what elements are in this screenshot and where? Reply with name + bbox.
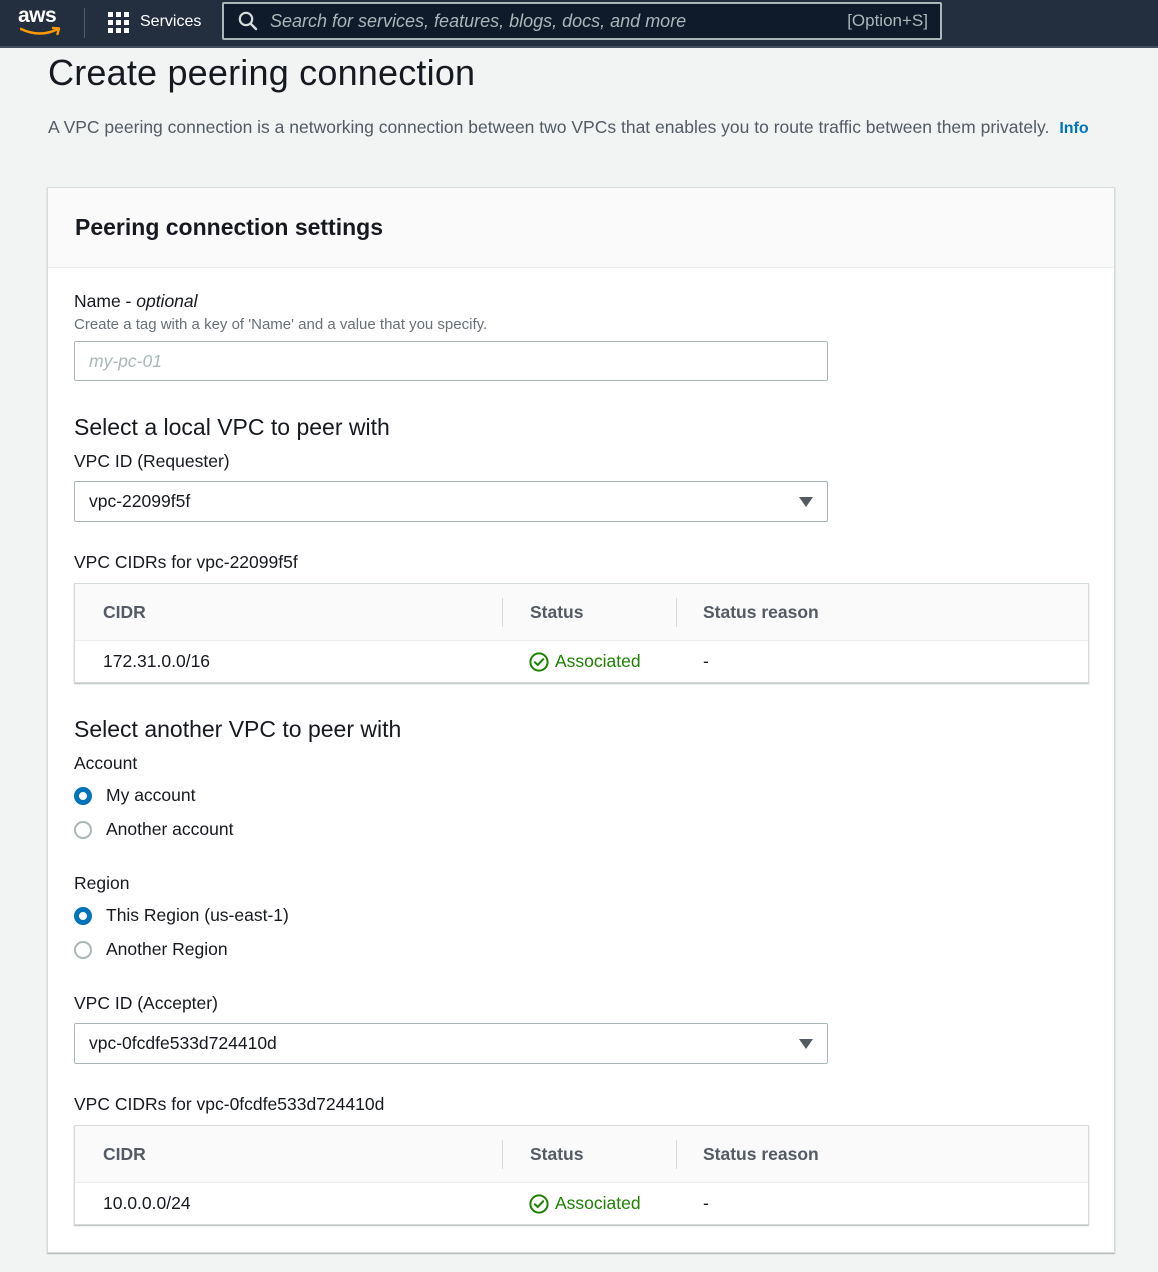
radio-label: My account (106, 785, 196, 805)
region-label: Region (74, 873, 130, 893)
container-header: Peering connection settings (48, 188, 1114, 268)
radio-another-region[interactable]: Another Region (74, 939, 228, 960)
caret-down-icon (799, 496, 813, 507)
requester-vpc-select[interactable]: vpc-22099f5f (74, 481, 828, 522)
requester-vpc-label: VPC ID (Requester) (74, 451, 230, 471)
account-label: Account (74, 753, 138, 773)
name-label-text: Name - (74, 291, 137, 311)
radio-another-account[interactable]: Another account (74, 819, 233, 840)
services-menu-button[interactable]: Services (108, 9, 201, 35)
column-header-cidr[interactable]: CIDR (103, 1126, 146, 1183)
status-cell: Associated (529, 1183, 641, 1224)
peering-settings-container: Peering connection settings Name - optio… (47, 187, 1115, 1253)
column-divider (676, 598, 677, 627)
radio-button-selected[interactable] (74, 906, 92, 925)
page-description: A VPC peering connection is a networking… (48, 113, 1108, 143)
check-circle-icon (529, 651, 549, 672)
status-reason-cell: - (703, 651, 709, 671)
requester-cidrs-title: VPC CIDRs for vpc-22099f5f (74, 552, 298, 572)
name-hint: Create a tag with a key of 'Name' and a … (74, 316, 488, 333)
accepter-cidrs-table: CIDR Status Status reason 10.0.0.0/24 As… (74, 1125, 1089, 1225)
column-divider (502, 1140, 503, 1169)
column-header-status-reason[interactable]: Status reason (703, 1126, 819, 1183)
grid-icon (108, 11, 129, 33)
peer-vpc-section-title: Select another VPC to peer with (74, 716, 402, 742)
accepter-cidrs-title: VPC CIDRs for vpc-0fcdfe533d724410d (74, 1094, 385, 1114)
requester-cidrs-table: CIDR Status Status reason 172.31.0.0/16 … (74, 583, 1089, 683)
caret-down-icon (799, 1038, 813, 1049)
radio-this-region[interactable]: This Region (us-east-1) (74, 905, 289, 926)
accepter-vpc-label: VPC ID (Accepter) (74, 993, 218, 1013)
accepter-vpc-select[interactable]: vpc-0fcdfe533d724410d (74, 1023, 828, 1064)
local-vpc-section-title: Select a local VPC to peer with (74, 414, 390, 440)
radio-my-account[interactable]: My account (74, 785, 195, 806)
table-header: CIDR Status Status reason (75, 584, 1088, 641)
cidr-cell: 172.31.0.0/16 (103, 651, 211, 671)
name-input[interactable] (74, 341, 828, 381)
radio-button-selected[interactable] (74, 786, 92, 805)
nav-divider (84, 8, 85, 38)
status-cell: Associated (529, 641, 641, 682)
aws-logo-text: aws (18, 4, 57, 27)
name-label: Name - optional (74, 291, 198, 312)
column-divider (502, 598, 503, 627)
status-reason-cell: - (703, 1193, 709, 1213)
search-bar[interactable]: [Option+S] (222, 2, 942, 40)
radio-label: This Region (us-east-1) (106, 905, 289, 925)
page-description-text: A VPC peering connection is a networking… (48, 117, 1050, 137)
status-text: Associated (555, 651, 641, 671)
info-link[interactable]: Info (1059, 120, 1088, 137)
name-optional-label: optional (136, 291, 198, 311)
requester-vpc-value: vpc-22099f5f (89, 491, 191, 511)
accepter-vpc-value: vpc-0fcdfe533d724410d (89, 1033, 277, 1053)
check-circle-icon (529, 1193, 549, 1214)
status-text: Associated (555, 1193, 641, 1213)
column-header-status[interactable]: Status (530, 584, 583, 641)
radio-label: Another account (106, 819, 234, 839)
search-shortcut-hint: [Option+S] (847, 11, 928, 30)
radio-button[interactable] (74, 940, 92, 959)
search-icon (238, 11, 258, 31)
table-row: 10.0.0.0/24 Associated - (75, 1183, 1088, 1224)
top-navigation: aws Services [Option+S] (0, 0, 1158, 48)
radio-label: Another Region (106, 939, 228, 959)
services-label: Services (140, 13, 202, 30)
column-header-cidr[interactable]: CIDR (103, 584, 146, 641)
table-row: 172.31.0.0/16 Associated - (75, 641, 1088, 682)
column-header-status[interactable]: Status (530, 1126, 583, 1183)
column-divider (676, 1140, 677, 1169)
cidr-cell: 10.0.0.0/24 (103, 1193, 191, 1213)
page-title: Create peering connection (48, 52, 476, 93)
aws-smile-icon (20, 26, 61, 36)
table-header: CIDR Status Status reason (75, 1126, 1088, 1183)
search-input[interactable] (270, 10, 838, 32)
radio-button[interactable] (74, 820, 92, 839)
column-header-status-reason[interactable]: Status reason (703, 584, 819, 641)
container-title: Peering connection settings (75, 214, 383, 240)
aws-logo[interactable]: aws (18, 4, 64, 38)
